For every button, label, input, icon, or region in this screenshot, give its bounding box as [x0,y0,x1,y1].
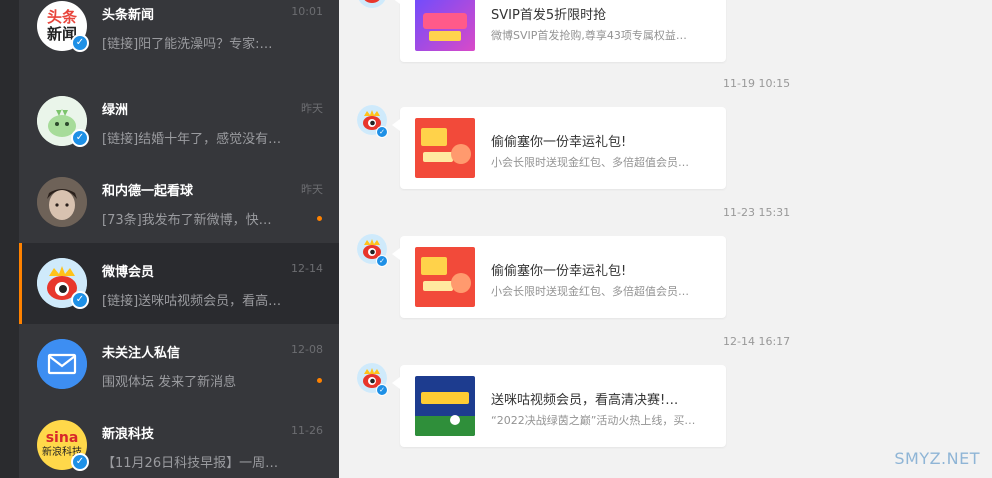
mail-icon [37,339,87,389]
conversation-name: 和内德一起看球 [102,184,194,199]
conversation-name: 未关注人私信 [102,346,181,361]
conversation-name: 新浪科技 [102,427,155,442]
message-description: 微博SVIP首发抢购,尊享43项专属权益… [491,29,687,42]
chat-panel: SVIP首发5折限时抢 微博SVIP首发抢购,尊享43项专属权益… 11-19 … [339,0,992,478]
conversation-time: 昨天 [301,183,323,196]
conversation-preview: [链接]送咪咕视频会员，看高… [102,294,282,309]
svip-promo-image [415,0,475,51]
sender-avatar[interactable] [357,0,387,8]
message-timestamp: 11-19 10:15 [723,77,791,90]
lucky-gift-image [415,247,475,307]
message-description: 小会长限时送现金红包、多倍超值会员… [491,285,689,298]
avatar-logo-text-1: sina [45,430,79,446]
conversation-item[interactable]: 未关注人私信 12-08 围观体坛 发来了新消息 [19,324,339,405]
message-description: “2022决战绿茵之巅”活动火热上线，买… [491,414,696,427]
conversation-preview: [链接]结婚十年了，感觉没有… [102,132,282,147]
conversation-time: 昨天 [301,102,323,115]
message-card[interactable]: SVIP首发5折限时抢 微博SVIP首发抢购,尊享43项专属权益… [392,0,726,62]
verified-icon: ✓ [71,129,89,147]
conversation-name: 微博会员 [102,265,155,280]
conversation-time: 12-14 [291,262,323,275]
message-title: SVIP首发5折限时抢 [491,8,607,23]
message-timestamp: 12-14 16:17 [723,335,791,348]
conversation-preview: 围观体坛 发来了新消息 [102,375,237,390]
weibo-vip-icon [358,0,386,8]
conversation-item[interactable]: sina 新浪科技 ✓ 新浪科技 11-26 【11月26日科技早报】一周… [19,405,339,478]
conversation-item[interactable]: 头条 新闻 ✓ 头条新闻 10:01 [链接]阳了能洗澡吗？专家:… [19,0,339,67]
verified-icon: ✓ [376,384,388,396]
message-card[interactable]: 送咪咕视频会员，看高清决赛!… “2022决战绿茵之巅”活动火热上线，买… [392,365,726,447]
verified-icon: ✓ [376,255,388,267]
message-description: 小会长限时送现金红包、多倍超值会员… [491,156,689,169]
verified-icon: ✓ [71,291,89,309]
conversation-name: 头条新闻 [102,8,155,23]
avatar [37,177,87,227]
verified-icon: ✓ [71,34,89,52]
football-promo-image [415,376,475,436]
left-nav-strip [0,0,19,478]
message-card[interactable]: 偷偷塞你一份幸运礼包! 小会长限时送现金红包、多倍超值会员… [392,236,726,318]
message-timestamp: 11-23 15:31 [723,206,791,219]
conversation-item[interactable]: ✓ 绿洲 昨天 [链接]结婚十年了，感觉没有… [19,81,339,162]
unread-dot [317,378,322,383]
avatar [37,339,87,389]
conversation-time: 10:01 [291,5,323,18]
message-title: 偷偷塞你一份幸运礼包! [491,135,627,150]
conversation-time: 12-08 [291,343,323,356]
conversation-item[interactable]: ✓ 微博会员 12-14 [链接]送咪咕视频会员，看高… [19,243,339,324]
avatar-logo-text-1: 头条 [46,8,77,26]
person-icon [37,177,87,227]
conversation-preview: [73条]我发布了新微博，快… [102,213,272,228]
conversation-preview: [链接]阳了能洗澡吗？专家:… [102,37,273,52]
message-card[interactable]: 偷偷塞你一份幸运礼包! 小会长限时送现金红包、多倍超值会员… [392,107,726,189]
conversation-time: 11-26 [291,424,323,437]
conversation-item[interactable]: 和内德一起看球 昨天 [73条]我发布了新微博，快… [19,162,339,243]
verified-icon: ✓ [71,453,89,471]
message-title: 偷偷塞你一份幸运礼包! [491,264,627,279]
lucky-gift-image [415,118,475,178]
verified-icon: ✓ [376,126,388,138]
conversation-preview: 【11月26日科技早报】一周… [102,456,279,471]
unread-dot [317,216,322,221]
watermark: SMYZ.NET [894,449,980,468]
conversation-name: 绿洲 [102,103,129,118]
conversation-list: 头条 新闻 ✓ 头条新闻 10:01 [链接]阳了能洗澡吗？专家:… ✓ 绿洲 … [19,0,339,478]
message-title: 送咪咕视频会员，看高清决赛!… [491,393,679,408]
